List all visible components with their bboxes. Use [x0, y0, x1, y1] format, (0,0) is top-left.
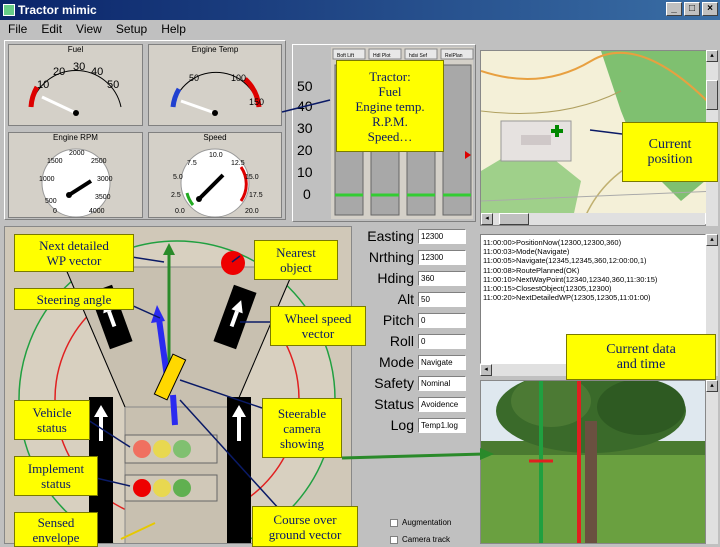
callout-tractor: Tractor: Fuel Engine temp. R.P.M. Speed… — [336, 60, 444, 152]
callout-sensed-envelope: Sensed envelope — [14, 512, 98, 547]
callout-nearest-object: Nearest object — [254, 240, 338, 280]
callout-vehicle-status: Vehicle status — [14, 400, 90, 440]
callout-steerable-camera: Steerable camera showing — [262, 398, 342, 458]
callout-course-over-ground: Course over ground vector — [252, 506, 358, 547]
callout-current-position: Current position — [622, 122, 718, 182]
callout-implement-status: Implement status — [14, 456, 98, 496]
callout-wheel-speed: Wheel speed vector — [270, 306, 366, 346]
callout-current-data-time: Current data and time — [566, 334, 716, 380]
callout-steering-angle: Steering angle — [14, 288, 134, 310]
callout-next-wp: Next detailed WP vector — [14, 234, 134, 272]
